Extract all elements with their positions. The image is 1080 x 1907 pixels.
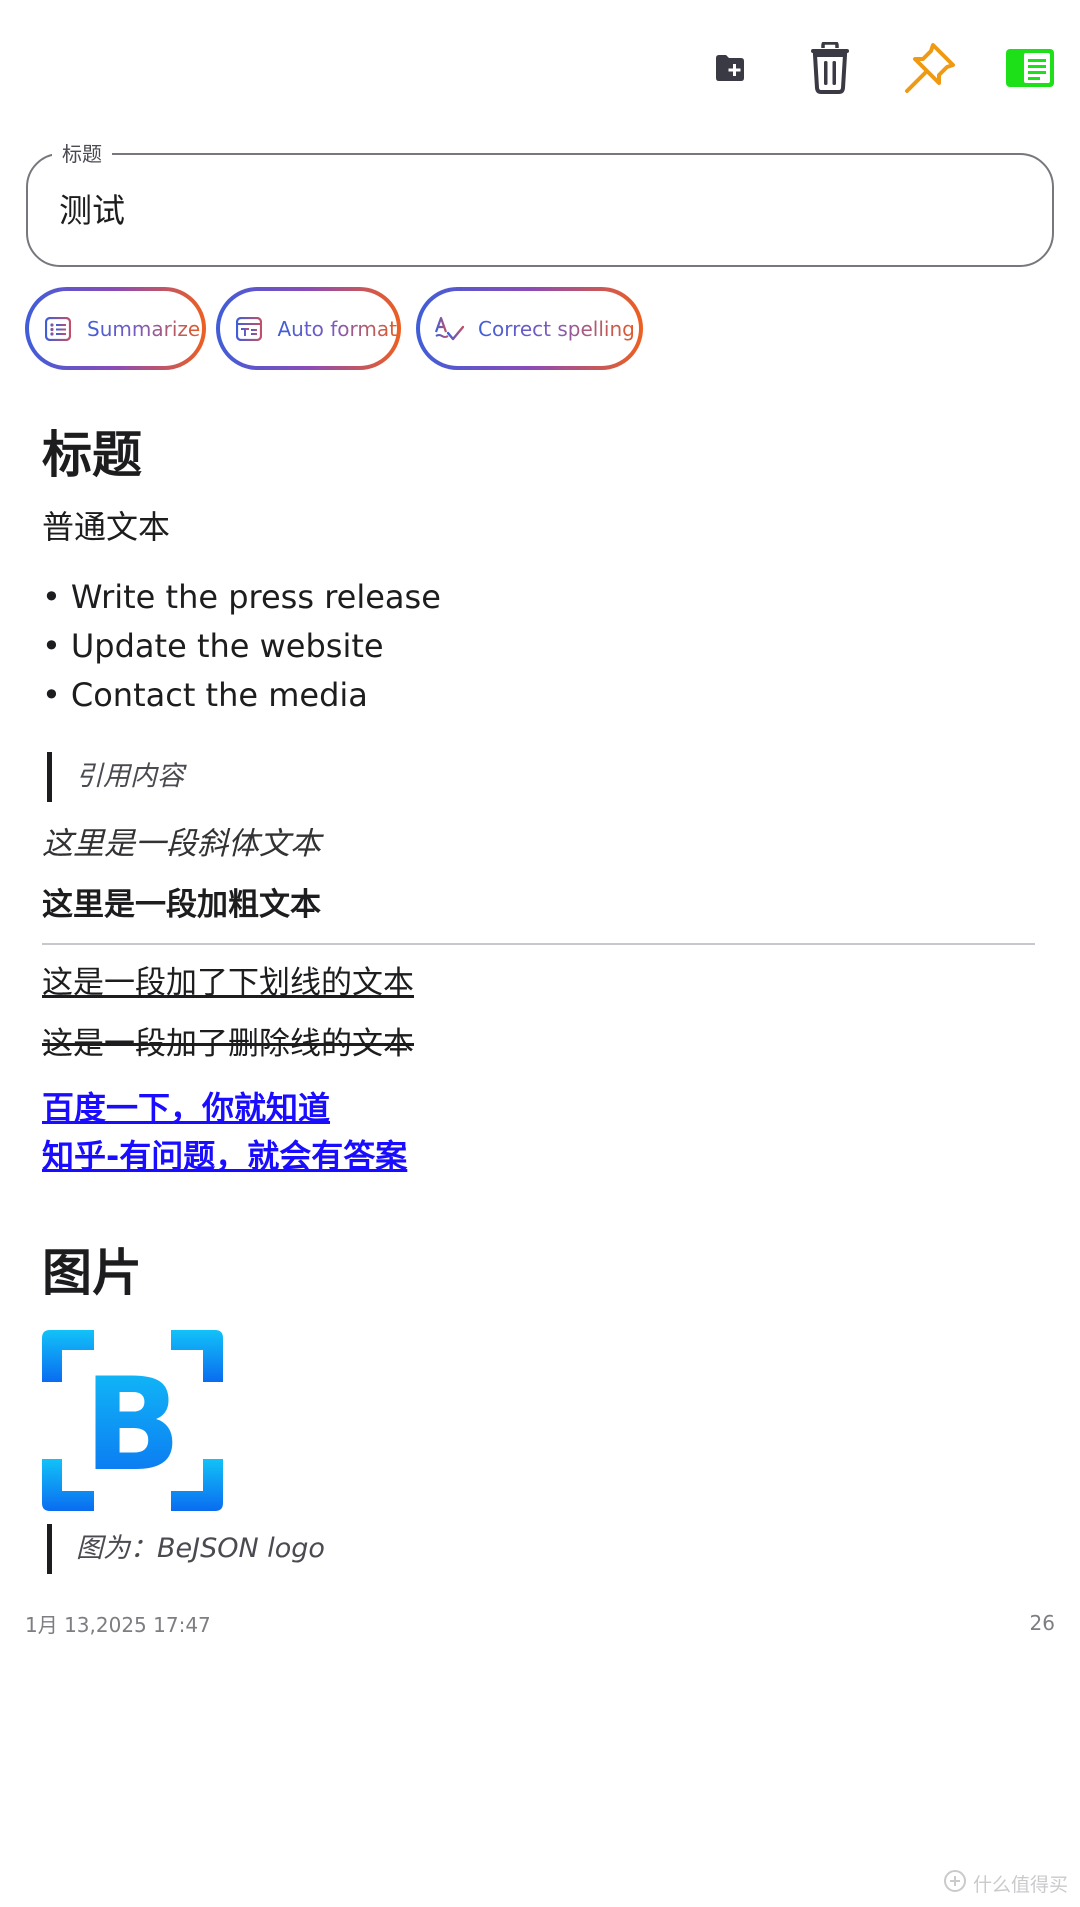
- note-heading-1: 标题: [42, 426, 142, 484]
- bejson-logo-image: B: [42, 1330, 223, 1511]
- bullet-list: Write the press release Update the websi…: [42, 573, 441, 720]
- delete-button[interactable]: [800, 38, 860, 98]
- pin-icon: [903, 41, 957, 95]
- pin-button[interactable]: [900, 38, 960, 98]
- list-item: Update the website: [42, 622, 441, 671]
- top-toolbar: [660, 38, 1060, 98]
- list-item: Write the press release: [42, 573, 441, 622]
- title-input-value[interactable]: 测试: [59, 189, 125, 233]
- watermark: 什么值得买: [943, 1869, 1068, 1897]
- note-datetime: 1月 13,2025 17:47: [25, 1613, 211, 1637]
- bold-text: 这里是一段加粗文本: [42, 887, 321, 923]
- correct-spelling-button[interactable]: Correct spelling: [416, 287, 643, 370]
- note-heading-2: 图片: [42, 1244, 142, 1302]
- reader-mode-icon: [1006, 49, 1054, 87]
- folder-add-icon: [714, 54, 746, 82]
- link-baidu[interactable]: 百度一下，你就知道: [42, 1084, 330, 1132]
- character-count: 26: [1029, 1611, 1055, 1635]
- summarize-label: Summarize: [87, 316, 201, 341]
- underlined-text: 这是一段加了下划线的文本: [42, 965, 414, 1001]
- format-icon: [234, 314, 263, 344]
- blockquote: 引用内容: [47, 752, 184, 802]
- link-zhihu[interactable]: 知乎-有问题，就会有答案: [42, 1132, 407, 1180]
- italic-text: 这里是一段斜体文本: [42, 826, 321, 862]
- trash-icon: [809, 42, 851, 94]
- logo-letter: B: [84, 1351, 182, 1500]
- horizontal-divider: [42, 943, 1035, 945]
- watermark-text: 什么值得买: [972, 1873, 1068, 1896]
- watermark-logo-icon: [943, 1869, 967, 1897]
- list-icon: [43, 314, 73, 344]
- image-caption: 图为：BeJSON logo: [47, 1524, 325, 1574]
- strikethrough-text: 这是一段加了删除线的文本: [42, 1026, 414, 1062]
- auto-format-label: Auto format: [277, 316, 397, 341]
- auto-format-button[interactable]: Auto format: [216, 287, 401, 370]
- summarize-button[interactable]: Summarize: [25, 287, 206, 370]
- reader-mode-button[interactable]: [1000, 38, 1060, 98]
- spellcheck-icon: [434, 314, 464, 344]
- list-item: Contact the media: [42, 671, 441, 720]
- title-field-label: 标题: [52, 141, 112, 167]
- correct-spelling-label: Correct spelling: [478, 316, 635, 341]
- add-to-folder-button[interactable]: [700, 38, 760, 98]
- title-field[interactable]: 标题 测试: [26, 141, 1054, 267]
- note-paragraph: 普通文本: [42, 508, 171, 546]
